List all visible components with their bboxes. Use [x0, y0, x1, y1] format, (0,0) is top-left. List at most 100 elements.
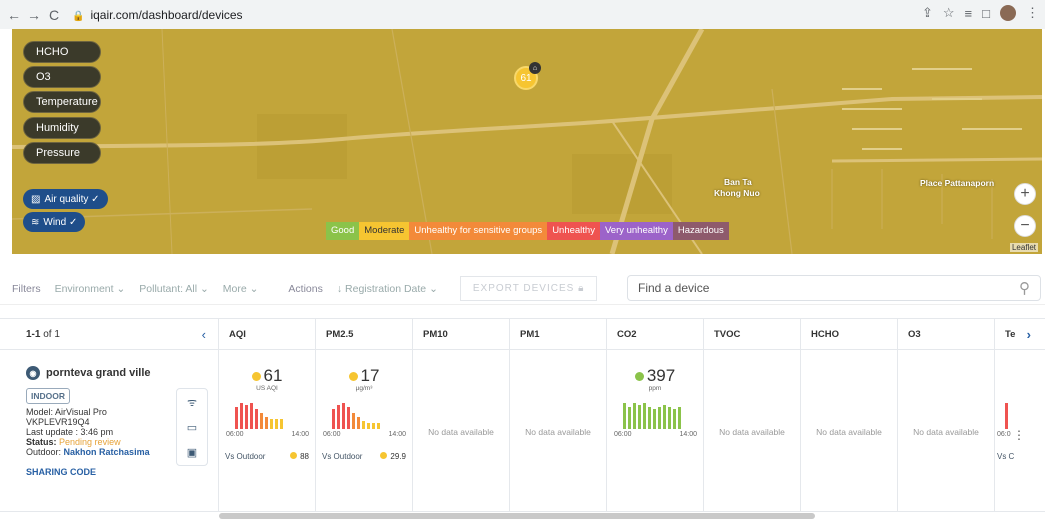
vs-outdoor-number: 29.9 [390, 452, 406, 461]
export-label: EXPORT DEVICES [472, 283, 575, 294]
cell-pm10[interactable]: No data available [413, 350, 510, 511]
sort-dropdown[interactable]: ↓ Registration Date ⌄ [337, 283, 438, 295]
history-bar [270, 419, 273, 429]
pm25-unit: µg/m³ [355, 385, 373, 392]
column-hcho[interactable]: HCHO [801, 319, 898, 349]
forward-icon[interactable]: → [24, 7, 44, 23]
device-search-input[interactable]: Find a device ⚲ [627, 275, 1041, 301]
sharing-code-link[interactable]: SHARING CODE [26, 467, 218, 477]
history-bar [275, 419, 278, 429]
history-bar [235, 407, 238, 429]
chevron-right-icon[interactable]: › [1027, 327, 1031, 342]
pollutant-filter[interactable]: Pollutant: All ⌄ [139, 283, 209, 295]
vs-outdoor-value: 29.9 [380, 452, 406, 461]
aqi-legend: Good Moderate Unhealthy for sensitive gr… [326, 222, 729, 240]
search-icon[interactable]: ⚲ [1019, 279, 1030, 297]
no-data-text: No data available [428, 427, 494, 437]
column-pm1[interactable]: PM1 [510, 319, 607, 349]
column-tvoc[interactable]: TVOC [704, 319, 801, 349]
co2-history-bars [623, 403, 681, 429]
more-options-icon[interactable]: ⋮ [1013, 428, 1025, 442]
star-icon[interactable]: ☆ [943, 5, 955, 21]
place-label: Place Pattanaporn [920, 178, 995, 188]
cell-hcho[interactable]: No data available [801, 350, 898, 511]
pm25-value: 17 [360, 366, 380, 385]
cell-pm25[interactable]: 17 µg/m³ 06:00 14:00 Vs Outdoor 29.9 [316, 350, 413, 511]
address-bar[interactable]: 🔒 iqair.com/dashboard/devices [72, 8, 243, 22]
column-o3[interactable]: O3 [898, 319, 995, 349]
cell-co2[interactable]: 397 ppm 06:00 14:00 [607, 350, 704, 511]
cell-aqi[interactable]: 61 US AQI 06:00 14:00 Vs Outdoor 88 [219, 350, 316, 511]
vs-outdoor-label: Vs Outdoor [225, 452, 266, 461]
history-bar [337, 405, 340, 429]
map[interactable]: HCHO O3 Temperature Humidity Pressure ▨ A… [12, 29, 1042, 254]
layer-o3-button[interactable]: O3 [23, 66, 101, 88]
legend-unhealthy: Unhealthy [547, 222, 600, 240]
history-bar [663, 405, 666, 429]
zoom-in-button[interactable]: + [1014, 183, 1036, 205]
chevron-left-icon[interactable]: ‹ [202, 327, 206, 342]
place-label: Ban Ta [724, 177, 752, 187]
legend-usg: Unhealthy for sensitive groups [409, 222, 548, 240]
wifi-icon: ᯤ [186, 396, 198, 409]
air-quality-label: Air quality ✓ [44, 193, 100, 205]
column-te-label: Te [1005, 328, 1016, 340]
sidepanel-icon[interactable]: □ [982, 6, 990, 21]
time-end: 14:00 [679, 431, 697, 438]
device-logo-icon: ◉ [26, 366, 40, 380]
cell-tvoc[interactable]: No data available [704, 350, 801, 511]
wind-toggle[interactable]: ≋ Wind ✓ [23, 212, 86, 232]
status-label: Status: [26, 437, 57, 447]
extensions-icon[interactable]: ≡ [965, 6, 973, 21]
column-pm10[interactable]: PM10 [413, 319, 510, 349]
history-bar [342, 403, 345, 429]
environment-filter[interactable]: Environment ⌄ [55, 283, 126, 295]
layer-humidity-button[interactable]: Humidity [23, 117, 101, 139]
history-bar [633, 403, 636, 429]
reload-icon[interactable]: C [44, 7, 64, 23]
device-connection-icons: ᯤ ▭ ▣ [176, 388, 208, 466]
table-header: 1-1 of 1 ‹ AQI PM2.5 PM10 PM1 CO2 TVOC H… [0, 318, 1045, 350]
place-label: Khong Nuo [714, 188, 760, 198]
layer-hcho-button[interactable]: HCHO [23, 41, 101, 63]
cell-o3[interactable]: No data available [898, 350, 995, 511]
no-data-text: No data available [719, 427, 785, 437]
back-icon[interactable]: ← [4, 7, 24, 23]
te-history-bars [1005, 403, 1008, 429]
menu-icon[interactable]: ⋮ [1026, 5, 1039, 21]
history-bar [623, 403, 626, 429]
zoom-out-button[interactable]: − [1014, 215, 1036, 237]
legend-very-unhealthy: Very unhealthy [599, 222, 673, 240]
column-pm25[interactable]: PM2.5 [316, 319, 413, 349]
column-aqi[interactable]: AQI [219, 319, 316, 349]
air-quality-toggle[interactable]: ▨ Air quality ✓ [23, 189, 108, 209]
horizontal-scrollbar[interactable] [219, 513, 815, 519]
share-icon[interactable]: ⇪ [922, 5, 933, 21]
more-filter[interactable]: More ⌄ [223, 283, 259, 295]
vs-outdoor-number: 88 [300, 452, 309, 461]
cell-pm1[interactable]: No data available [510, 350, 607, 511]
layer-pressure-button[interactable]: Pressure [23, 142, 101, 164]
table-row[interactable]: ◉ pornteva grand ville INDOOR Model: AirV… [0, 350, 1045, 512]
search-placeholder: Find a device [638, 281, 710, 295]
history-bar [347, 407, 350, 429]
device-icon: ▣ [186, 447, 198, 460]
map-attribution[interactable]: Leaflet [1009, 243, 1038, 252]
wind-icon: ≋ [31, 216, 40, 228]
avatar[interactable] [1000, 5, 1016, 21]
column-temperature[interactable]: Te › [995, 319, 1037, 349]
browser-toolbar: ← → C 🔒 iqair.com/dashboard/devices ⇪ ☆ ≡… [0, 0, 1045, 29]
column-co2[interactable]: CO2 [607, 319, 704, 349]
aqi-history-bars [235, 403, 283, 429]
export-devices-button[interactable]: EXPORT DEVICES 🔒︎ [459, 276, 598, 301]
outdoor-value[interactable]: Nakhon Ratchasima [64, 447, 150, 457]
air-quality-icon: ▨ [31, 193, 41, 205]
device-name[interactable]: pornteva grand ville [46, 367, 151, 379]
history-bar [1005, 403, 1008, 429]
history-bar [245, 405, 248, 429]
filters-label: Filters [12, 282, 41, 295]
layer-temperature-button[interactable]: Temperature [23, 91, 101, 113]
lock-icon: 🔒︎ [578, 283, 585, 294]
cell-temperature[interactable]: 06:0 Vs C ⋮ [995, 350, 1037, 511]
no-data-text: No data available [525, 427, 591, 437]
